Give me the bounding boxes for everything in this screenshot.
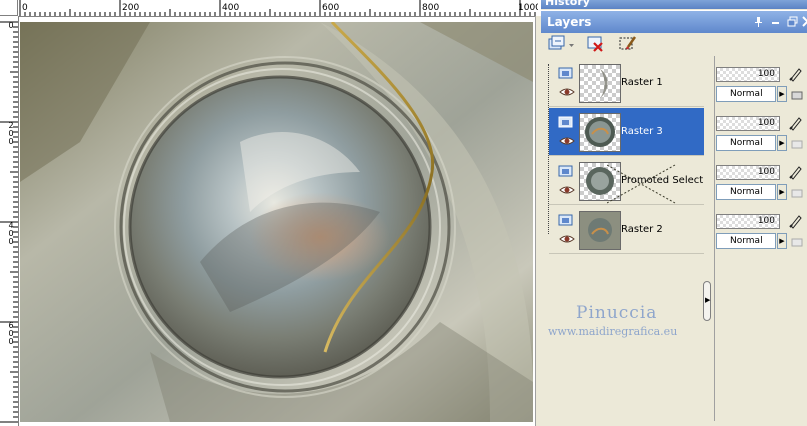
lock-icon[interactable]: [791, 187, 803, 199]
blend-mode-value: Normal: [730, 89, 763, 99]
new-raster-layer-icon[interactable]: [547, 34, 567, 54]
vertical-ruler: 0 200 400 600: [0, 16, 19, 426]
history-panel-title: History: [545, 0, 590, 8]
layer-thumbnail-raster-2: [579, 211, 621, 250]
blend-mode-arrow-icon[interactable]: ▶: [777, 135, 787, 151]
layer-row-raster-2[interactable]: Raster 2: [549, 206, 704, 254]
blend-mode-select[interactable]: Normal: [716, 184, 776, 200]
horizontal-ruler: 0 200 400 600 800 1000: [18, 0, 538, 17]
opacity-field[interactable]: 100: [716, 165, 780, 180]
layer-row-promoted-selection[interactable]: Promoted Selection: [549, 157, 718, 205]
blend-mode-select[interactable]: Normal: [716, 135, 776, 151]
ruler-corner: [0, 0, 18, 16]
layer-props-promoted-selection: 100 Normal ▶: [715, 157, 807, 205]
canvas-artwork: [20, 22, 533, 422]
pin-icon[interactable]: [752, 15, 765, 28]
panel-splitter-handle[interactable]: ▶: [703, 281, 711, 321]
blend-mode-arrow-icon[interactable]: ▶: [777, 184, 787, 200]
eye-icon[interactable]: [559, 185, 575, 195]
brush-icon[interactable]: [788, 66, 804, 82]
layer-thumbnail-raster-3: [579, 113, 621, 152]
layers-panel-title: Layers: [547, 15, 592, 29]
layer-visibility-icon[interactable]: [558, 214, 574, 227]
layer-props-raster-2: 100 Normal ▶: [715, 206, 807, 254]
vruler-label-0: 0: [8, 21, 14, 30]
vruler-label-400: 400: [8, 221, 14, 246]
ruler-label-200: 200: [122, 3, 140, 13]
layer-name-raster-3: Raster 3: [621, 126, 663, 137]
vruler-label-200: 200: [8, 121, 14, 146]
layers-list: Raster 1 Raster 3 Promoted Selection Ras…: [548, 56, 718, 421]
eye-icon[interactable]: [559, 136, 575, 146]
layer-row-raster-3[interactable]: Raster 3: [549, 108, 704, 156]
eye-icon[interactable]: [559, 87, 575, 97]
layer-visibility-icon[interactable]: [558, 165, 574, 178]
canvas-area: 0 200 400 600 800 1000 0 200 400 600: [0, 0, 542, 426]
layer-visibility-icon[interactable]: [558, 116, 574, 129]
blend-mode-select[interactable]: Normal: [716, 86, 776, 102]
dropdown-arrow-icon[interactable]: [569, 34, 575, 54]
layer-props-raster-1: 100 Normal ▶: [715, 59, 807, 107]
layers-toolbar: [541, 33, 807, 55]
minimize-icon[interactable]: [769, 15, 782, 28]
brush-icon[interactable]: [788, 115, 804, 131]
edit-selection-icon[interactable]: [618, 34, 638, 54]
vruler-label-600: 600: [8, 321, 14, 346]
opacity-value: 100: [757, 69, 775, 79]
lock-icon[interactable]: [791, 236, 803, 248]
blend-mode-select[interactable]: Normal: [716, 233, 776, 249]
canvas-scroll-edge: [535, 16, 542, 426]
expand-arrow-icon[interactable]: ▶: [705, 296, 710, 304]
opacity-field[interactable]: 100: [716, 214, 780, 229]
watermark-name: Pinuccia: [576, 303, 658, 323]
ruler-label-400: 400: [222, 3, 240, 13]
layer-properties-column: 100 Normal ▶ 100 Normal ▶ 100 Normal ▶ 1…: [714, 56, 807, 421]
layers-panel-divider: [704, 56, 714, 421]
layer-row-raster-1[interactable]: Raster 1: [549, 59, 704, 107]
delete-layer-icon[interactable]: [586, 34, 606, 54]
lock-icon[interactable]: [791, 89, 803, 101]
image-canvas[interactable]: [20, 22, 533, 422]
layer-name-raster-2: Raster 2: [621, 224, 663, 235]
restore-icon[interactable]: [786, 15, 799, 28]
layers-panel-titlebar[interactable]: Layers: [541, 10, 807, 33]
ruler-label-0: 0: [22, 3, 28, 13]
ruler-label-600: 600: [322, 3, 340, 13]
brush-icon[interactable]: [788, 213, 804, 229]
brush-icon[interactable]: [788, 164, 804, 180]
opacity-field[interactable]: 100: [716, 116, 780, 131]
close-icon[interactable]: [801, 15, 807, 28]
opacity-value: 100: [757, 167, 775, 177]
opacity-value: 100: [757, 216, 775, 226]
history-panel-titlebar[interactable]: History: [541, 0, 807, 9]
layer-name-raster-1: Raster 1: [621, 77, 663, 88]
opacity-value: 100: [757, 118, 775, 128]
blend-mode-value: Normal: [730, 187, 763, 197]
blend-mode-arrow-icon[interactable]: ▶: [777, 86, 787, 102]
ruler-label-1000: 1000: [518, 3, 538, 13]
layer-thumbnail-raster-1: [579, 64, 621, 103]
blend-mode-value: Normal: [730, 138, 763, 148]
blend-mode-arrow-icon[interactable]: ▶: [777, 233, 787, 249]
blend-mode-value: Normal: [730, 236, 763, 246]
horizontal-ruler-ticks: [19, 0, 536, 16]
eye-icon[interactable]: [559, 234, 575, 244]
lock-icon[interactable]: [791, 138, 803, 150]
layer-visibility-icon[interactable]: [558, 67, 574, 80]
ruler-label-800: 800: [422, 3, 440, 13]
opacity-field[interactable]: 100: [716, 67, 780, 82]
watermark-url: www.maidiregrafica.eu: [548, 325, 678, 338]
layer-props-raster-3: 100 Normal ▶: [715, 108, 807, 156]
